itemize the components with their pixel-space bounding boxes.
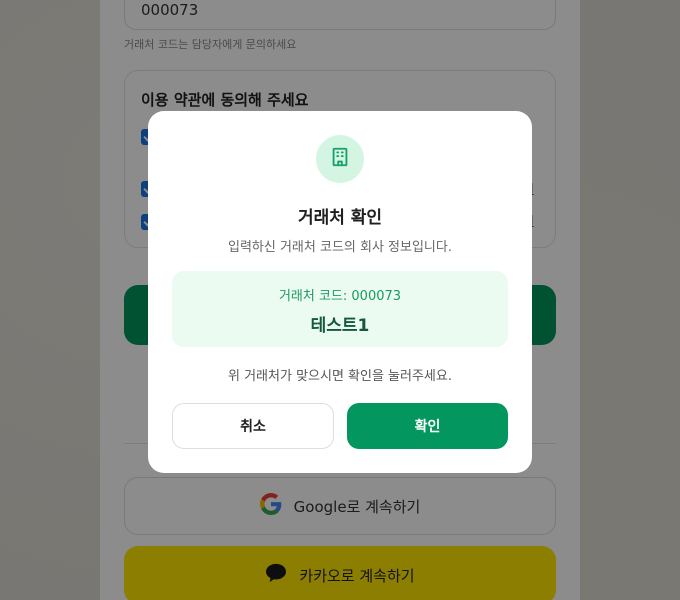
company-confirm-dialog: 거래처 확인 입력하신 거래처 코드의 회사 정보입니다. 거래처 코드: 00… <box>148 111 532 473</box>
confirm-button[interactable]: 확인 <box>347 403 508 449</box>
company-info-box: 거래처 코드: 000073 테스트1 <box>172 271 508 347</box>
company-code-line: 거래처 코드: 000073 <box>278 289 402 304</box>
confirm-message: 위 거래처가 맞으시면 확인을 눌러주세요. <box>228 369 452 384</box>
building-icon <box>329 146 351 172</box>
cancel-button[interactable]: 취소 <box>172 403 334 449</box>
dialog-description: 입력하신 거래처 코드의 회사 정보입니다. <box>228 240 452 255</box>
building-icon-badge <box>316 135 364 183</box>
dialog-title: 거래처 확인 <box>297 208 383 228</box>
company-name: 테스트1 <box>310 316 370 336</box>
